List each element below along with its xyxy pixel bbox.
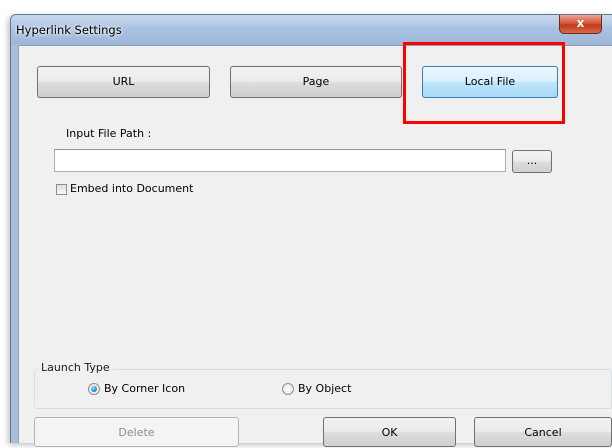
local-file-tab-button[interactable]: Local File	[422, 66, 558, 98]
browse-button[interactable]: ...	[512, 150, 552, 173]
file-path-input[interactable]	[54, 149, 506, 172]
url-tab-button[interactable]: URL	[37, 66, 210, 98]
page-tab-button[interactable]: Page	[230, 66, 402, 98]
title-bar: Hyperlink Settings x	[11, 15, 612, 45]
input-file-path-label: Input File Path :	[66, 127, 152, 140]
by-corner-icon-label[interactable]: By Corner Icon	[104, 382, 185, 395]
by-corner-icon-radio[interactable]	[88, 383, 100, 395]
by-object-label[interactable]: By Object	[298, 382, 351, 395]
launch-type-title: Launch Type	[38, 361, 113, 374]
window-title: Hyperlink Settings	[16, 23, 122, 37]
embed-into-document-label[interactable]: Embed into Document	[70, 182, 193, 195]
embed-checkbox[interactable]	[56, 184, 67, 195]
close-icon: x	[576, 16, 585, 30]
by-object-radio[interactable]	[282, 383, 294, 395]
close-button[interactable]: x	[559, 15, 602, 34]
